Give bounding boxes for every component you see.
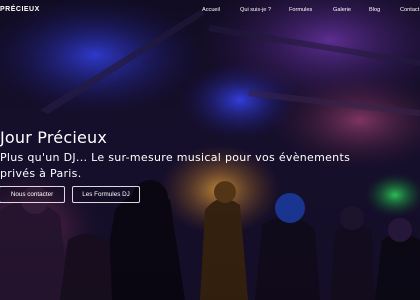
nav-item-formules[interactable]: Formules bbox=[289, 7, 312, 13]
nav-item-qui-suis-je[interactable]: Qui suis-je ? bbox=[240, 7, 271, 13]
contact-button[interactable]: Nous contacter bbox=[0, 186, 65, 203]
nav-item-contact[interactable]: Contact bbox=[400, 7, 419, 13]
formules-dj-button[interactable]: Les Formules DJ bbox=[72, 186, 140, 203]
nav-item-galerie[interactable]: Galerie bbox=[333, 7, 351, 13]
brand-logo-text[interactable]: PRÉCIEUX bbox=[0, 6, 40, 13]
top-navbar: PRÉCIEUX Accueil Qui suis-je ? Formules … bbox=[0, 0, 420, 22]
nav-item-blog[interactable]: Blog bbox=[369, 7, 380, 13]
hero-title: Jour Précieux bbox=[0, 128, 108, 147]
nav-item-accueil[interactable]: Accueil bbox=[202, 7, 220, 13]
hero-subtitle: Plus qu'un DJ... Le sur-mesure musical p… bbox=[0, 151, 351, 180]
